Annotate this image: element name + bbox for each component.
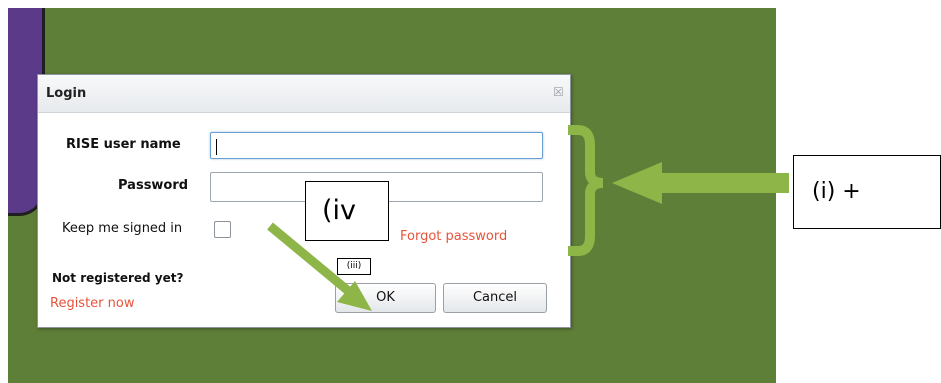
annotation-label-i: (i) + [793,155,941,229]
annotation-label-iii: (iii) [337,258,371,275]
annotation-curly-brace [568,125,604,256]
annotation-arrow-left [612,162,789,204]
annotation-label-iv: (iv [305,181,389,241]
